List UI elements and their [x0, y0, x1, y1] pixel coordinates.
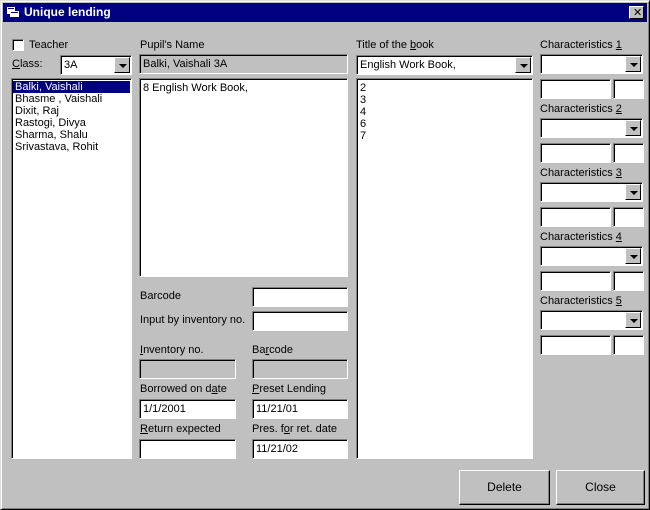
characteristics-value-input-1[interactable] [540, 79, 611, 99]
class-label: Class: [12, 58, 43, 70]
book-copy-item[interactable]: 3 [358, 94, 531, 106]
app-icon [7, 7, 19, 17]
borrowed-date-input[interactable]: 1/1/2001 [139, 399, 236, 419]
chevron-down-icon[interactable] [625, 120, 641, 136]
characteristics-value-input-3[interactable] [540, 207, 611, 227]
pupil-list-item[interactable]: Balki, Vaishali [13, 81, 130, 93]
pres-ret-date-input[interactable]: 11/21/02 [252, 439, 348, 459]
close-button[interactable]: Close [556, 470, 645, 505]
preset-lending-value: 11/21/01 [256, 403, 299, 415]
title-bar[interactable]: Unique lending ✕ [3, 3, 647, 22]
characteristics-code-input-5[interactable] [613, 335, 644, 355]
chevron-down-icon[interactable] [515, 57, 531, 73]
lent-items-list[interactable]: 8 English Work Book, [139, 78, 348, 277]
characteristics-label-1: Characteristics 1 [540, 39, 622, 51]
characteristics-select-3[interactable] [540, 182, 643, 202]
pres-ret-date-label: Pres. for ret. date [252, 423, 337, 435]
book-copy-item[interactable]: 2 [358, 82, 531, 94]
pupil-name-value: Balki, Vaishali 3A [143, 58, 228, 70]
borrowed-label: Borrowed on date [140, 383, 227, 395]
characteristics-code-input-4[interactable] [613, 271, 644, 291]
book-copy-item[interactable]: 7 [358, 130, 531, 142]
characteristics-code-input-3[interactable] [613, 207, 644, 227]
book-title-select[interactable]: English Work Book, [356, 55, 533, 75]
chevron-down-icon[interactable] [114, 57, 130, 73]
pupil-list-item[interactable]: Bhasme , Vaishali [13, 93, 130, 105]
book-title-value: English Work Book, [360, 59, 456, 71]
characteristics-label-5: Characteristics 5 [540, 295, 622, 307]
chevron-down-icon[interactable] [625, 56, 641, 72]
unique-lending-window: Unique lending ✕ Teacher Class: 3A Balki… [0, 0, 650, 510]
return-expected-input[interactable] [139, 439, 236, 459]
close-icon: ✕ [633, 6, 643, 19]
teacher-label: Teacher [29, 39, 69, 51]
inventory-no-label: Inventory no. [140, 344, 204, 356]
chevron-down-icon[interactable] [625, 248, 641, 264]
characteristics-code-input-2[interactable] [613, 143, 644, 163]
preset-lending-label: Preset Lending [252, 383, 327, 395]
pupil-name-field: Balki, Vaishali 3A [139, 54, 348, 74]
characteristics-select-5[interactable] [540, 310, 643, 330]
book-title-label: Title of the book [356, 39, 434, 51]
barcode-label: Barcode [140, 290, 181, 302]
book-copies-list[interactable]: 23467 [356, 78, 533, 459]
pupil-list-item[interactable]: Dixit, Raj [13, 105, 130, 117]
characteristics-label-4: Characteristics 4 [540, 231, 622, 243]
characteristics-value-input-2[interactable] [540, 143, 611, 163]
characteristics-label-3: Characteristics 3 [540, 167, 622, 179]
delete-button[interactable]: Delete [459, 470, 550, 505]
borrowed-date-value: 1/1/2001 [143, 403, 186, 415]
characteristics-value-input-5[interactable] [540, 335, 611, 355]
book-copy-item[interactable]: 4 [358, 106, 531, 118]
characteristics-select-1[interactable] [540, 54, 643, 74]
preset-lending-input[interactable]: 11/21/01 [252, 399, 348, 419]
inventory-number-input[interactable] [252, 311, 348, 331]
pupil-name-label: Pupil's Name [140, 39, 205, 51]
return-expected-label: Return expected [140, 423, 221, 435]
class-select-value: 3A [64, 59, 78, 71]
class-select[interactable]: 3A [60, 55, 132, 75]
pupil-list-item[interactable]: Rastogi, Divya [13, 117, 130, 129]
barcode-field [252, 359, 348, 379]
pupil-list[interactable]: Balki, Vaishali Bhasme , Vaishali Dixit, R… [11, 78, 132, 459]
pupil-list-item[interactable]: Sharma, Shalu [13, 129, 130, 141]
barcode2-label: Barcode [252, 344, 293, 356]
characteristics-select-2[interactable] [540, 118, 643, 138]
characteristics-label-2: Characteristics 2 [540, 103, 622, 115]
lent-item[interactable]: 8 English Work Book, [141, 82, 346, 94]
characteristics-value-input-4[interactable] [540, 271, 611, 291]
characteristics-code-input-1[interactable] [613, 79, 644, 99]
window-title: Unique lending [24, 5, 111, 19]
pres-ret-date-value: 11/21/02 [256, 443, 299, 455]
book-copy-item[interactable]: 6 [358, 118, 531, 130]
inventory-no-field [139, 359, 236, 379]
close-window-button[interactable]: ✕ [629, 6, 644, 19]
barcode-input[interactable] [252, 287, 348, 307]
inventory-input-label: Input by inventory no. [140, 314, 246, 326]
teacher-checkbox[interactable] [12, 39, 24, 51]
chevron-down-icon[interactable] [625, 312, 641, 328]
chevron-down-icon[interactable] [625, 184, 641, 200]
pupil-list-item[interactable]: Srivastava, Rohit [13, 141, 130, 153]
characteristics-select-4[interactable] [540, 246, 643, 266]
